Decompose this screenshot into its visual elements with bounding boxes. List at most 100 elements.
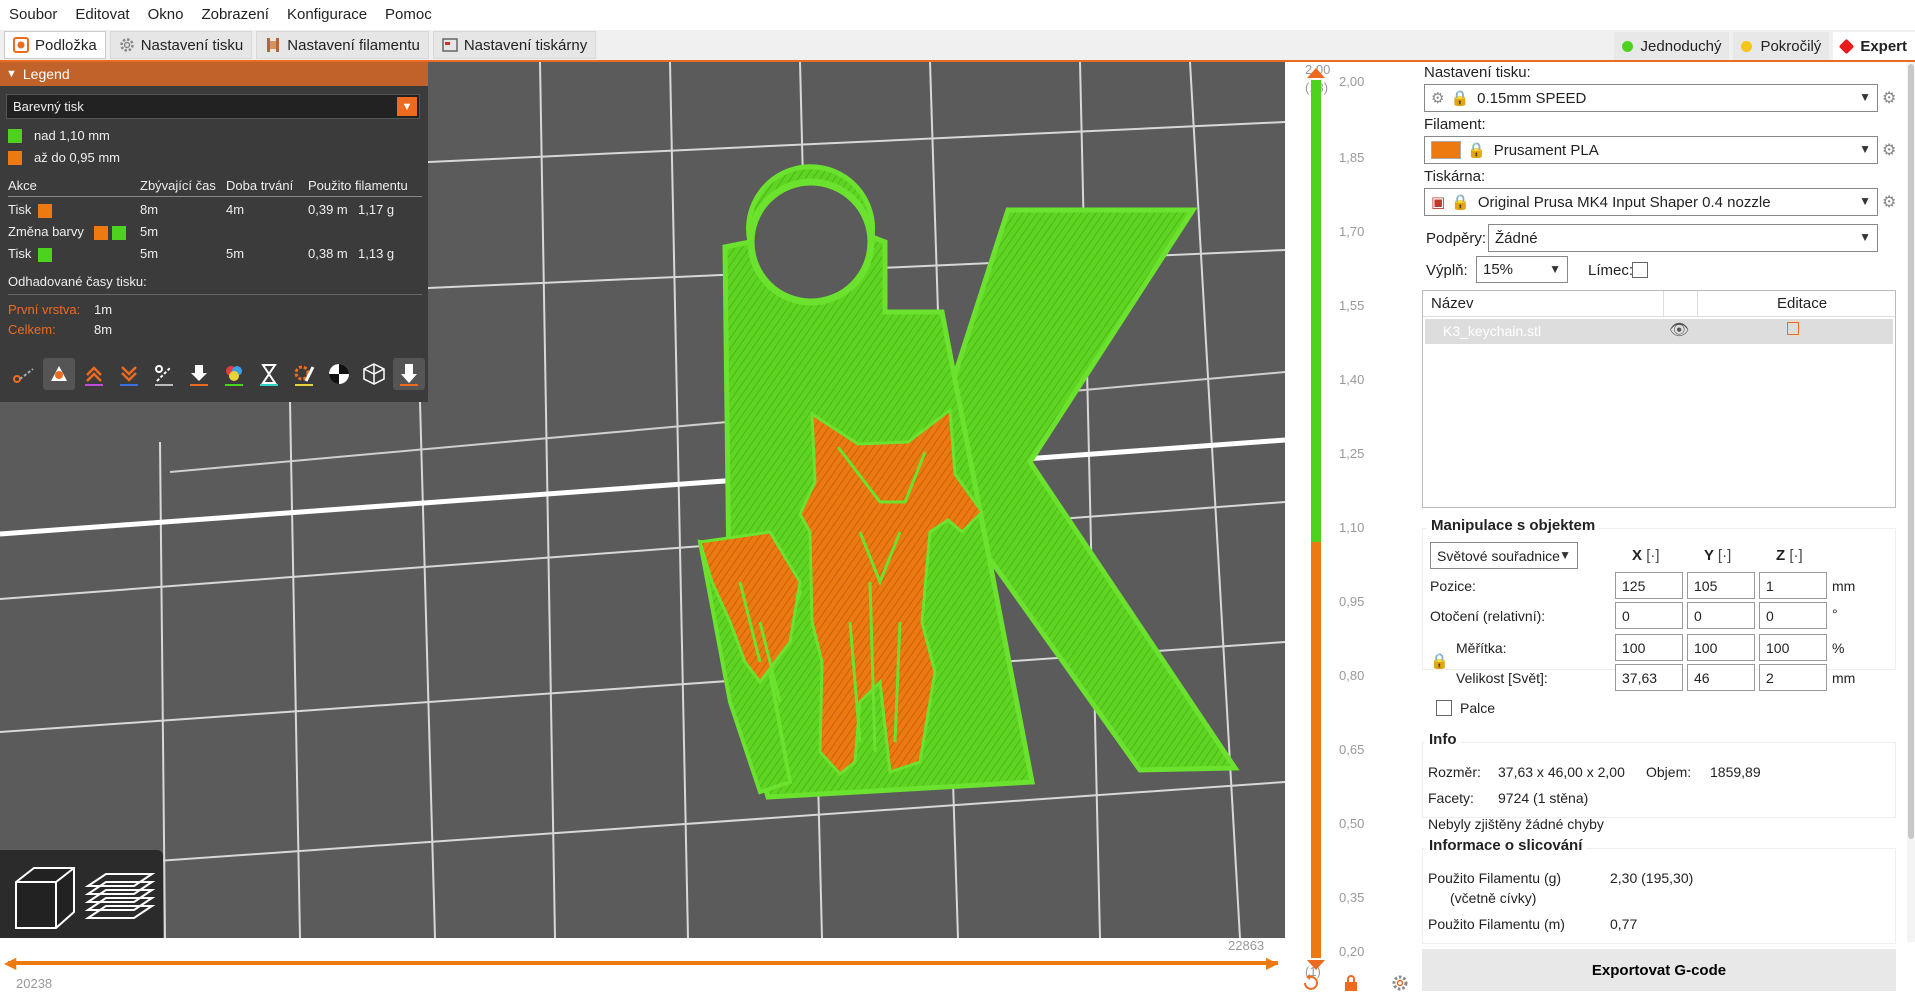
filament-combo[interactable]: 🔒 Prusament PLA ▼ [1424, 136, 1878, 164]
tab-print-settings[interactable]: Nastavení tisku [109, 31, 253, 59]
estimated-times-title: Odhadované časy tisku: [8, 274, 147, 289]
retractions-icon[interactable] [78, 358, 110, 390]
position-z-input[interactable]: 1 [1759, 572, 1827, 599]
infill-combo[interactable]: 15% ▼ [1476, 256, 1568, 283]
3d-view-icon[interactable] [8, 862, 78, 935]
supports-combo[interactable]: Žádné ▼ [1488, 224, 1878, 252]
scale-x-input[interactable]: 100 [1615, 634, 1683, 661]
travel-icon[interactable] [8, 358, 40, 390]
dropdown-arrow-icon[interactable]: ▼ [397, 97, 417, 116]
object-list-item[interactable]: K3_keychain.stl 👁 [1425, 319, 1893, 344]
printer-value: Original Prusa MK4 Input Shaper 0.4 nozz… [1477, 193, 1771, 211]
pause-prints-icon[interactable] [253, 358, 285, 390]
menu-window[interactable]: Okno [139, 0, 193, 30]
hslider-left-thumb[interactable]: ◀ [4, 953, 16, 973]
legend-table-header: Akce Zbývající čas Doba trvání Použito f… [8, 178, 422, 198]
color-swatch [94, 226, 108, 240]
lock-icon[interactable] [1342, 974, 1360, 995]
export-gcode-button[interactable]: Exportovat G-code [1422, 949, 1896, 991]
mode-expert-button[interactable]: Expert [1833, 32, 1915, 60]
eye-icon[interactable]: 👁 [1669, 320, 1689, 340]
shells-icon[interactable] [358, 358, 390, 390]
axis-z-label: Z [·] [1776, 547, 1803, 564]
mode-simple-button[interactable]: Jednoduchý [1613, 32, 1730, 60]
legend-row: Tisk 5m 5m 0,38 m 1,13 g [8, 246, 395, 262]
color-swatch [38, 204, 52, 218]
tool-changes-icon[interactable] [183, 358, 215, 390]
print-settings-combo[interactable]: ⚙ 🔒 0.15mm SPEED ▼ [1424, 84, 1878, 112]
facets-label: Facety: [1428, 790, 1474, 806]
rotation-z-input[interactable]: 0 [1759, 602, 1827, 629]
first-layer-time: První vrstva: 1m [8, 302, 113, 317]
lock-icon: 🔒 [1451, 194, 1470, 211]
tab-print-settings-label: Nastavení tisku [140, 36, 244, 54]
header-name: Název [1431, 295, 1474, 312]
legend-header[interactable]: ▼ Legend [0, 62, 428, 86]
sidebar-scrollbar[interactable] [1907, 62, 1915, 942]
view-type-select[interactable]: Barevný tisk ▼ [6, 94, 420, 119]
position-x-input[interactable]: 125 [1615, 572, 1683, 599]
tab-plater[interactable]: Podložka [4, 31, 106, 59]
wipe-icon[interactable] [43, 358, 75, 390]
object-list: Název Editace K3_keychain.stl 👁 [1422, 290, 1896, 508]
header-action: Akce [8, 178, 37, 193]
plate-icon [13, 37, 29, 53]
layers-view-icon[interactable] [84, 862, 156, 935]
mode-advanced-label: Pokročilý [1760, 37, 1822, 55]
size-z-input[interactable]: 2 [1759, 664, 1827, 691]
center-of-gravity-icon[interactable] [323, 358, 355, 390]
filament-gear-icon[interactable]: ⚙ [1882, 140, 1896, 160]
collapse-triangle-icon: ▼ [6, 68, 17, 80]
position-label: Pozice: [1430, 578, 1476, 594]
edit-settings-icon[interactable] [1787, 322, 1799, 335]
vslider-track-upper[interactable] [1311, 80, 1321, 542]
seams-icon[interactable] [148, 358, 180, 390]
hslider-right-thumb[interactable]: ▶ [1266, 953, 1278, 973]
printer-gear-icon[interactable]: ⚙ [1882, 192, 1896, 212]
coordinate-system-value: Světové souřadnice [1437, 547, 1560, 564]
errors-text: Nebyly zjištěny žádné chyby [1428, 816, 1604, 832]
facets-value: 9724 (1 stěna) [1498, 790, 1589, 806]
scale-y-input[interactable]: 100 [1687, 634, 1755, 661]
vslider-track-lower[interactable] [1311, 542, 1321, 958]
spool-icon [265, 37, 281, 53]
legend-range-high: nad 1,10 mm [8, 128, 110, 143]
scale-z-input[interactable]: 100 [1759, 634, 1827, 661]
tab-printer-settings-label: Nastavení tiskárny [463, 36, 588, 54]
rotation-y-input[interactable]: 0 [1687, 602, 1755, 629]
position-y-input[interactable]: 105 [1687, 572, 1755, 599]
size-y-input[interactable]: 46 [1687, 664, 1755, 691]
tab-printer-settings[interactable]: Nastavení tiskárny [432, 31, 597, 59]
inches-checkbox[interactable] [1436, 700, 1452, 716]
print-settings-gear-icon[interactable]: ⚙ [1882, 88, 1896, 108]
rotation-x-input[interactable]: 0 [1615, 602, 1683, 629]
menu-help[interactable]: Pomoc [376, 0, 441, 30]
undo-icon[interactable] [1301, 974, 1319, 995]
lock-scale-icon[interactable]: 🔒 [1430, 652, 1449, 670]
legend-toolbar [8, 358, 428, 390]
size-label: Velikost [Svět]: [1456, 670, 1548, 686]
tab-filament-settings-label: Nastavení filamentu [287, 36, 420, 54]
menu-view[interactable]: Zobrazení [192, 0, 278, 30]
tool-marker-icon[interactable] [393, 358, 425, 390]
mode-advanced-button[interactable]: Pokročilý [1733, 32, 1830, 60]
mode-expert-label: Expert [1860, 37, 1907, 55]
brim-checkbox[interactable] [1632, 262, 1648, 278]
size-x-input[interactable]: 37,63 [1615, 664, 1683, 691]
axis-x-label: X [·] [1632, 547, 1660, 564]
printer-combo[interactable]: ▣ 🔒 Original Prusa MK4 Input Shaper 0.4 … [1424, 188, 1878, 216]
tab-filament-settings[interactable]: Nastavení filamentu [256, 31, 429, 59]
size-info-value: 37,63 x 46,00 x 2,00 [1498, 764, 1625, 780]
menu-edit[interactable]: Editovat [66, 0, 138, 30]
color-changes-icon[interactable] [218, 358, 250, 390]
cog-icon[interactable] [1391, 974, 1409, 995]
menu-bar: Soubor Editovat Okno Zobrazení Konfigura… [0, 0, 1915, 30]
view-type-value: Barevný tisk [13, 99, 84, 114]
menu-configuration[interactable]: Konfigurace [278, 0, 376, 30]
coordinate-system-combo[interactable]: Světové souřadnice ▼ [1430, 542, 1578, 569]
deretractions-icon[interactable] [113, 358, 145, 390]
hslider-track[interactable] [8, 961, 1278, 965]
menu-file[interactable]: Soubor [0, 0, 66, 30]
printer-label: Tiskárna: [1424, 168, 1486, 185]
custom-gcodes-icon[interactable] [288, 358, 320, 390]
